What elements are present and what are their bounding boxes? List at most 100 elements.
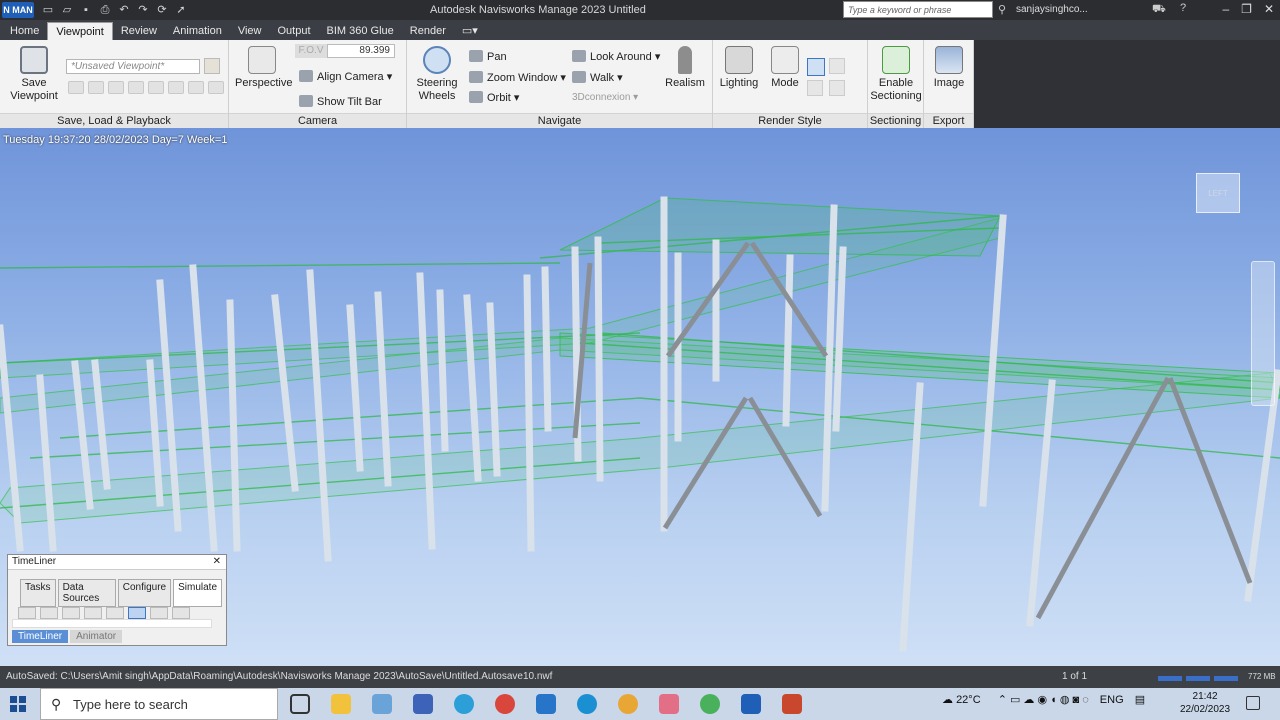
tab-animation[interactable]: Animation (165, 22, 230, 40)
last-frame-icon[interactable] (208, 81, 224, 94)
tl-last-icon[interactable] (172, 607, 190, 619)
task-view-icon[interactable] (290, 694, 310, 714)
taskbar-search[interactable]: ⚲ Type here to search (40, 688, 278, 720)
tab-home[interactable]: Home (2, 22, 47, 40)
tl-stop-icon[interactable] (84, 607, 102, 619)
close-icon[interactable]: ✕ (1264, 2, 1274, 16)
navisworks-taskbar-icon[interactable] (741, 694, 761, 714)
temperature[interactable]: 22°C (956, 694, 981, 706)
tl-back-icon[interactable] (40, 607, 58, 619)
fov-value[interactable]: 89.399 (327, 44, 395, 58)
stop-icon[interactable] (128, 81, 144, 94)
timeliner-tab-configure[interactable]: Configure (117, 579, 172, 607)
notification-icon[interactable] (1246, 696, 1260, 710)
restore-icon[interactable]: ❐ (1241, 2, 1252, 16)
select-icon[interactable]: ➚ (173, 2, 189, 18)
new-icon[interactable]: ▭ (40, 2, 56, 18)
timeliner-scrollbar[interactable] (12, 619, 212, 628)
lines-icon[interactable] (829, 58, 845, 74)
windows-start-icon[interactable] (10, 696, 26, 712)
tl-forward-icon[interactable] (150, 607, 168, 619)
app-icon-3[interactable] (700, 694, 720, 714)
tab-viewpoint[interactable]: Viewpoint (47, 22, 113, 40)
step-back-icon[interactable] (88, 81, 104, 94)
minimize-icon[interactable]: – (1222, 2, 1229, 16)
3dconnexion-button[interactable]: 3Dconnexion ▾ (572, 92, 638, 103)
timeliner-tab-tasks[interactable]: Tasks (20, 579, 56, 607)
realism-button[interactable]: Realism (663, 46, 707, 90)
look-around-button[interactable]: Look Around ▾ (572, 50, 660, 63)
chrome-icon-1[interactable] (495, 694, 515, 714)
show-tilt-bar-button[interactable]: Show Tilt Bar (299, 95, 382, 108)
open-icon[interactable]: ▱ (59, 2, 75, 18)
panel-title-render[interactable]: Render Style (713, 113, 867, 128)
help-icon[interactable]: ? (1180, 2, 1186, 14)
walk-button[interactable]: Walk ▾ (572, 71, 623, 84)
tl-reverse-icon[interactable] (62, 607, 80, 619)
panel-title-camera[interactable]: Camera (229, 113, 406, 128)
surfaces-icon[interactable] (807, 58, 825, 76)
tab-output[interactable]: Output (270, 22, 319, 40)
clock[interactable]: 21:42 22/02/2023 (1180, 690, 1230, 716)
tl-play-icon[interactable] (128, 607, 146, 619)
print-icon[interactable]: ⎙ (97, 2, 113, 18)
points-icon[interactable] (807, 80, 823, 96)
enable-sectioning-button[interactable]: Enable Sectioning (870, 46, 922, 103)
lighting-button[interactable]: Lighting (719, 46, 759, 90)
3d-viewport[interactable]: Tuesday 19:37:20 28/02/2023 Day=7 Week=1… (0, 128, 1280, 666)
edge-icon[interactable] (577, 694, 597, 714)
file-explorer-icon[interactable] (331, 694, 351, 714)
panel-title-save[interactable]: Save, Load & Playback (0, 113, 228, 128)
timeliner-bottom-tab-timeliner[interactable]: TimeLiner (12, 630, 69, 643)
zoom-window-button[interactable]: Zoom Window ▾ (469, 71, 566, 84)
manage-viewpoints-icon[interactable] (204, 58, 220, 74)
close-icon[interactable]: ✕ (213, 556, 221, 567)
edge-beta-icon[interactable] (454, 694, 474, 714)
tab-view[interactable]: View (230, 22, 270, 40)
reverse-icon[interactable] (108, 81, 124, 94)
viewpoint-combo[interactable]: *Unsaved Viewpoint* (66, 59, 200, 74)
play-icon[interactable] (168, 81, 184, 94)
save-icon[interactable]: ▪ (78, 2, 94, 18)
viewcube[interactable]: LEFT (1196, 173, 1240, 213)
save-viewpoint-button[interactable]: Save Viewpoint (8, 46, 60, 103)
tab-bim-360-glue[interactable]: BIM 360 Glue (319, 22, 402, 40)
mode-button[interactable]: Mode (767, 46, 803, 90)
user-account[interactable]: sanjaysinghco... (1016, 4, 1088, 15)
image-button[interactable]: Image (930, 46, 968, 90)
orbit-button[interactable]: Orbit ▾ (469, 91, 519, 104)
timeliner-bottom-tab-animator[interactable]: Animator (70, 630, 123, 643)
app-icon-2[interactable] (659, 694, 679, 714)
chrome-icon-2[interactable] (618, 694, 638, 714)
step-forward-icon[interactable] (188, 81, 204, 94)
tab-options-icon[interactable]: ▭▾ (454, 22, 486, 40)
tab-review[interactable]: Review (113, 22, 165, 40)
app-logo[interactable]: N MAN (2, 2, 34, 18)
align-camera-button[interactable]: Align Camera ▾ (299, 70, 392, 83)
tl-first-icon[interactable] (18, 607, 36, 619)
text-icon[interactable] (829, 80, 845, 96)
autodesk-icon[interactable] (413, 694, 433, 714)
pause-icon[interactable] (148, 81, 164, 94)
navigation-bar[interactable] (1251, 261, 1275, 406)
fov-field[interactable]: F.O.V 89.399 (295, 44, 403, 58)
redo-icon[interactable]: ↷ (135, 2, 151, 18)
first-frame-icon[interactable] (68, 81, 84, 94)
perspective-button[interactable]: Perspective (235, 46, 292, 90)
refresh-icon[interactable]: ⟳ (154, 2, 170, 18)
language-indicator[interactable]: ENG (1100, 694, 1124, 706)
keyboard-icon[interactable]: ▤ (1135, 694, 1145, 706)
search-input[interactable]: Type a keyword or phrase (843, 1, 993, 18)
tray-icons[interactable]: ⌃ ▭ ☁ ◉ ◖ ◍ ◙ ◌ (998, 694, 1089, 706)
weather-icon[interactable]: ☁ (942, 694, 953, 706)
timeliner-tab-data-sources[interactable]: Data Sources (57, 579, 116, 607)
powerpoint-icon[interactable] (782, 694, 802, 714)
binoculars-icon[interactable]: ⚲ (998, 3, 1006, 16)
pan-button[interactable]: Pan (469, 50, 507, 63)
panel-title-navigate[interactable]: Navigate (407, 113, 712, 128)
undo-icon[interactable]: ↶ (116, 2, 132, 18)
timeliner-tab-simulate[interactable]: Simulate (173, 579, 222, 607)
tl-pause-icon[interactable] (106, 607, 124, 619)
tab-render[interactable]: Render (402, 22, 454, 40)
steering-wheels-button[interactable]: Steering Wheels (415, 46, 459, 103)
